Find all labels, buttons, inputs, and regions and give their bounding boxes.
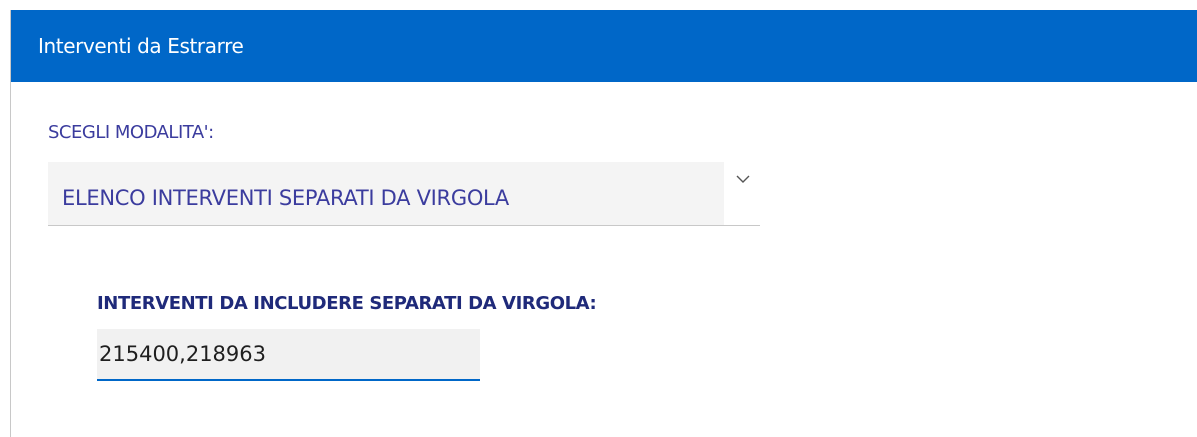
interventi-panel: Interventi da Estrarre SCEGLI MODALITA':… [10, 10, 1197, 437]
mode-select[interactable]: ELENCO INTERVENTI SEPARATI DA VIRGOLA [48, 162, 760, 226]
mode-label: SCEGLI MODALITA': [48, 122, 214, 143]
include-interventions-label: INTERVENTI DA INCLUDERE SEPARATI DA VIRG… [97, 293, 597, 314]
chevron-down-icon[interactable] [736, 174, 750, 184]
include-interventions-input[interactable] [97, 329, 480, 381]
mode-select-value: ELENCO INTERVENTI SEPARATI DA VIRGOLA [62, 186, 509, 210]
panel-title: Interventi da Estrarre [38, 34, 244, 58]
panel-header: Interventi da Estrarre [11, 10, 1197, 82]
